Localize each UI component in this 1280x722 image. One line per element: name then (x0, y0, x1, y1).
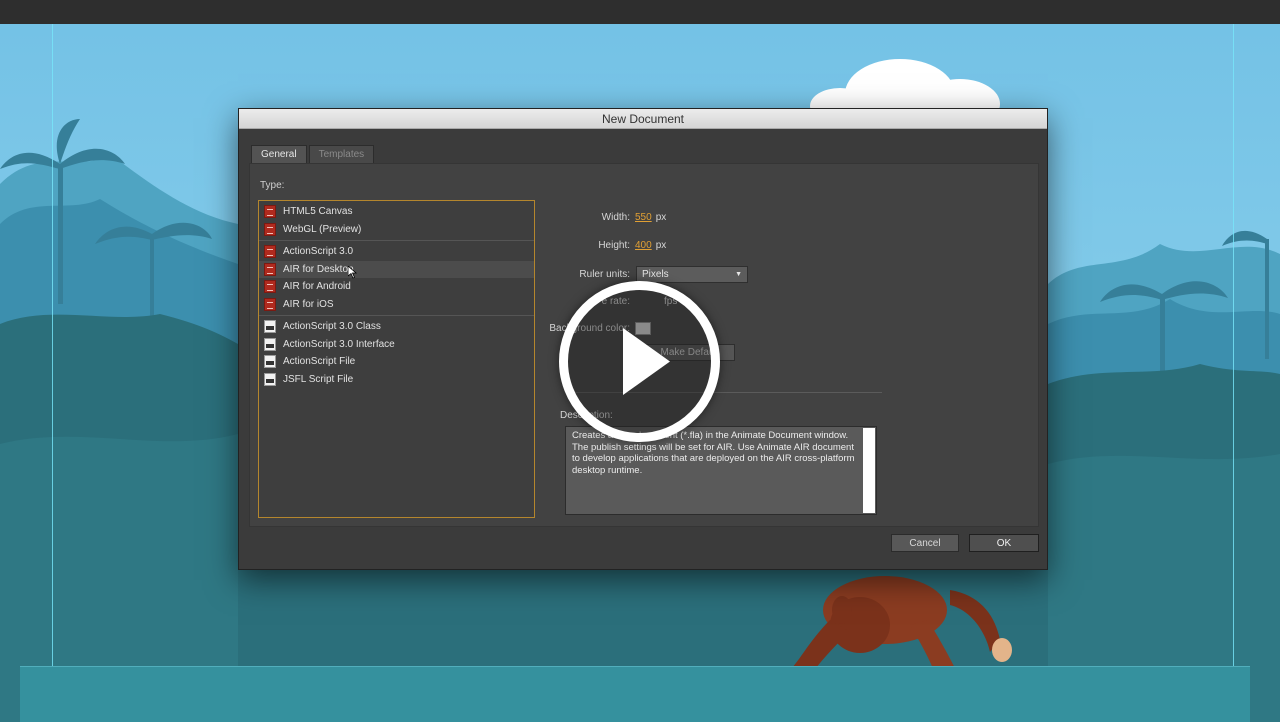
type-item-label: WebGL (Preview) (283, 223, 362, 235)
width-unit: px (655, 212, 667, 223)
script-file-icon (264, 320, 276, 334)
fla-file-icon (264, 280, 276, 294)
fla-file-icon (264, 297, 276, 311)
type-item-air-desktop[interactable]: AIR for Desktop (259, 260, 534, 279)
height-unit: px (655, 240, 667, 251)
ruler-units-row: Ruler units: Pixels ▼ (550, 266, 748, 283)
type-item-actionscript-file[interactable]: ActionScript File (259, 353, 534, 371)
fla-file-icon (264, 262, 276, 276)
video-play-button[interactable] (559, 281, 720, 442)
script-file-icon (264, 355, 276, 369)
ok-button[interactable]: OK (969, 534, 1039, 552)
type-item-actionscript-3[interactable]: ActionScript 3.0 (259, 243, 534, 261)
width-row: Width: 550 px (580, 212, 667, 223)
type-group-actionscript: ActionScript 3.0 AIR for Desktop AIR for… (259, 241, 534, 316)
tab-templates[interactable]: Templates (308, 145, 375, 163)
fla-file-icon (264, 222, 276, 236)
type-item-label: ActionScript 3.0 Interface (283, 338, 395, 350)
type-group-scripts: ActionScript 3.0 Class ActionScript 3.0 … (259, 316, 534, 390)
stage-guide-line-left (52, 24, 53, 722)
type-item-air-android[interactable]: AIR for Android (259, 278, 534, 296)
document-type-list[interactable]: HTML5 Canvas WebGL (Preview) ActionScrip… (258, 200, 535, 518)
description-scrollbar[interactable] (863, 428, 875, 513)
fla-file-icon (264, 205, 276, 219)
type-item-label: JSFL Script File (283, 373, 354, 385)
ruler-units-value: Pixels (642, 269, 669, 280)
type-item-jsfl-file[interactable]: JSFL Script File (259, 371, 534, 389)
type-item-label: ActionScript 3.0 (283, 246, 354, 258)
ruler-units-label: Ruler units: (579, 269, 630, 280)
type-item-label: AIR for Desktop (283, 263, 354, 275)
width-value[interactable]: 550 (635, 212, 652, 223)
type-label: Type: (260, 180, 285, 191)
stage-ground-strip (20, 666, 1250, 722)
type-item-html5-canvas[interactable]: HTML5 Canvas (259, 203, 534, 221)
chevron-down-icon: ▼ (735, 271, 742, 278)
type-item-label: AIR for Android (283, 281, 351, 293)
width-label: Width: (601, 212, 630, 223)
height-row: Height: 400 px (580, 240, 666, 251)
fla-file-icon (264, 245, 276, 259)
type-item-webgl[interactable]: WebGL (Preview) (259, 221, 534, 239)
type-item-label: ActionScript 3.0 Class (283, 321, 381, 333)
play-icon (623, 328, 670, 395)
script-file-icon (264, 337, 276, 351)
height-value[interactable]: 400 (635, 240, 652, 251)
type-item-as3-class[interactable]: ActionScript 3.0 Class (259, 318, 534, 336)
ruler-units-select[interactable]: Pixels ▼ (636, 266, 748, 283)
height-label: Height: (598, 240, 630, 251)
type-item-label: AIR for iOS (283, 298, 334, 310)
dialog-title: New Document (601, 111, 685, 126)
cancel-button[interactable]: Cancel (891, 534, 959, 552)
mouse-cursor-icon (347, 265, 357, 279)
dialog-tabs: General Templates (251, 145, 376, 163)
dialog-titlebar[interactable]: New Document (239, 109, 1047, 129)
description-box[interactable]: Creates a new document (*.fla) in the An… (565, 426, 877, 515)
tab-general[interactable]: General (251, 145, 307, 163)
type-item-air-ios[interactable]: AIR for iOS (259, 296, 534, 314)
type-item-label: ActionScript File (283, 356, 356, 368)
stage-guide-line-right (1233, 24, 1234, 722)
script-file-icon (264, 372, 276, 386)
type-item-as3-interface[interactable]: ActionScript 3.0 Interface (259, 336, 534, 354)
type-item-label: HTML5 Canvas (283, 206, 353, 218)
type-group-html: HTML5 Canvas WebGL (Preview) (259, 201, 534, 241)
